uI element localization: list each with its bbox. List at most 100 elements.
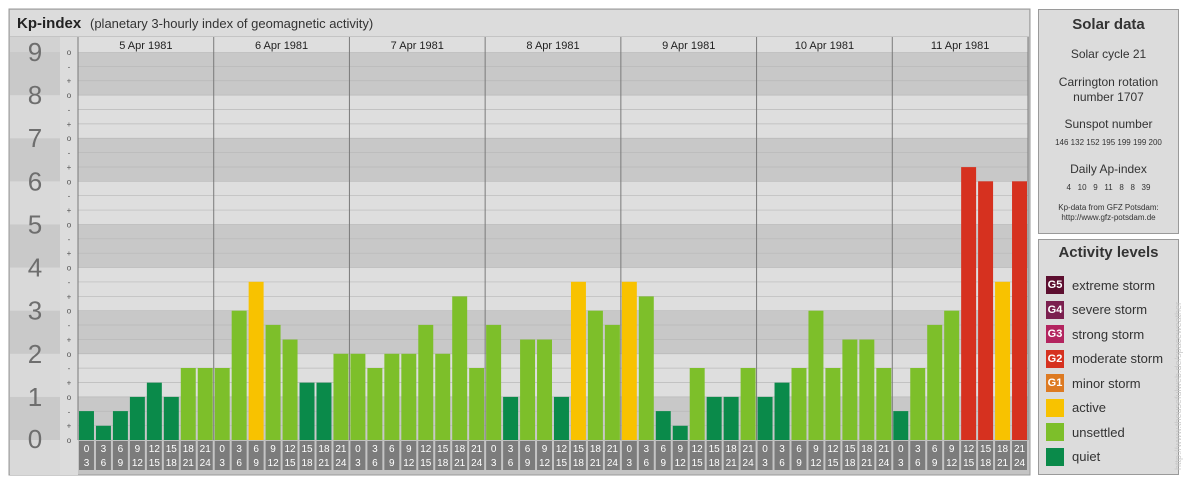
minor-tick-label: - xyxy=(68,321,71,330)
minor-tick-label: o xyxy=(67,220,72,229)
minor-tick-label: + xyxy=(67,249,72,258)
interval-end-label: 3 xyxy=(219,458,225,469)
kp-bar xyxy=(961,167,977,440)
kp-index-figure: Kp-index (planetary 3-hourly index of geo… xyxy=(0,0,1184,480)
y-tick-label: 3 xyxy=(28,296,42,326)
interval-end-label: 3 xyxy=(898,458,904,469)
kp-bar xyxy=(469,368,485,440)
interval-end-label: 18 xyxy=(437,458,449,469)
interval-start-label: 0 xyxy=(84,444,90,455)
interval-start-label: 18 xyxy=(997,444,1009,455)
interval-start-label: 18 xyxy=(726,444,738,455)
minor-tick-label: + xyxy=(67,379,72,388)
activity-levels-title: Activity levels xyxy=(1058,244,1159,261)
interval-end-label: 21 xyxy=(861,458,873,469)
band xyxy=(78,224,1028,268)
kp-bar xyxy=(214,368,230,440)
kp-bar xyxy=(418,324,434,440)
y-tick-label: 0 xyxy=(28,424,42,454)
kp-bar xyxy=(859,339,875,440)
day-label: 7 Apr 1981 xyxy=(391,40,444,52)
kp-bar xyxy=(910,368,926,440)
kp-bar xyxy=(95,425,111,440)
interval-start-label: 0 xyxy=(355,444,361,455)
source-watermark: http://www.theusefulweb.de/spaceweather xyxy=(1173,301,1183,470)
interval-start-label: 12 xyxy=(692,444,704,455)
kp-bar xyxy=(842,339,858,440)
interval-start-label: 0 xyxy=(219,444,225,455)
interval-end-label: 18 xyxy=(166,458,178,469)
solar-data-title: Solar data xyxy=(1072,16,1145,33)
kp-bar xyxy=(435,353,451,440)
interval-end-label: 6 xyxy=(101,458,107,469)
y-tick-label: 9 xyxy=(28,37,42,67)
interval-start-label: 3 xyxy=(236,444,242,455)
minor-tick-label: o xyxy=(67,307,72,316)
y-tick-label: 7 xyxy=(28,123,42,153)
legend-swatch: G2 xyxy=(1046,349,1064,368)
source-line-2: http://www.gfz-potsdam.de xyxy=(1061,213,1156,222)
solar-cycle: Solar cycle 21 xyxy=(1070,47,1147,61)
kp-chart: Kp-index (planetary 3-hourly index of geo… xyxy=(8,8,1031,476)
kp-bar xyxy=(944,310,960,440)
legend-swatch xyxy=(1046,423,1064,441)
interval-end-label: 3 xyxy=(627,458,633,469)
chart-subtitle: (planetary 3-hourly index of geomagnetic… xyxy=(90,16,373,31)
interval-start-label: 18 xyxy=(590,444,602,455)
interval-end-label: 21 xyxy=(590,458,602,469)
interval-end-label: 12 xyxy=(539,458,551,469)
kp-bar xyxy=(520,339,536,440)
kp-bar xyxy=(401,353,417,440)
legend-label: strong storm xyxy=(1072,326,1145,342)
kp-bar xyxy=(927,324,943,440)
interval-end-label: 24 xyxy=(743,458,755,469)
interval-start-label: 3 xyxy=(372,444,378,455)
kp-bar xyxy=(367,368,383,440)
carrington-line-2: number 1707 xyxy=(1073,90,1144,104)
legend-item-quiet: quiet xyxy=(1046,447,1100,467)
kp-bar xyxy=(316,382,332,440)
kp-bar xyxy=(689,368,705,440)
kp-bar xyxy=(723,396,739,440)
band xyxy=(78,181,1028,225)
band xyxy=(78,267,1028,311)
day-label: 8 Apr 1981 xyxy=(526,40,579,52)
kp-bar xyxy=(1012,181,1027,441)
interval-start-label: 15 xyxy=(709,444,721,455)
interval-start-label: 21 xyxy=(335,444,347,455)
carrington-line-1: Carrington rotation xyxy=(1058,75,1159,89)
interval-end-label: 9 xyxy=(660,458,666,469)
interval-end-label: 3 xyxy=(355,458,361,469)
interval-end-label: 12 xyxy=(946,458,958,469)
band xyxy=(78,138,1028,182)
interval-end-label: 6 xyxy=(779,458,785,469)
interval-end-label: 15 xyxy=(692,458,704,469)
interval-end-label: 12 xyxy=(132,458,144,469)
minor-tick-label: o xyxy=(67,48,72,57)
interval-start-label: 15 xyxy=(980,444,992,455)
interval-end-label: 15 xyxy=(556,458,568,469)
interval-end-label: 9 xyxy=(932,458,938,469)
interval-end-label: 18 xyxy=(709,458,721,469)
kp-bar xyxy=(554,396,569,440)
day-label: 11 Apr 1981 xyxy=(931,40,990,52)
minor-tick-label: o xyxy=(67,436,72,445)
minor-tick-label: o xyxy=(67,393,72,402)
interval-start-label: 12 xyxy=(827,444,839,455)
interval-start-label: 21 xyxy=(878,444,890,455)
interval-start-label: 18 xyxy=(454,444,466,455)
interval-start-label: 9 xyxy=(542,444,548,455)
kp-bar xyxy=(978,181,994,441)
y-tick-label: 6 xyxy=(28,166,42,196)
legend-label: active xyxy=(1072,400,1106,415)
band xyxy=(78,95,1028,139)
kp-bar xyxy=(893,411,909,440)
minor-tick-label: - xyxy=(68,235,71,244)
interval-start-label: 6 xyxy=(389,444,395,455)
legend-item-severe-storm: G4 severe storm xyxy=(1046,300,1147,320)
minor-tick-label: - xyxy=(68,278,71,287)
interval-end-label: 21 xyxy=(997,458,1009,469)
interval-end-label: 24 xyxy=(607,458,619,469)
legend-item-unsettled: unsettled xyxy=(1046,422,1125,442)
y-tick-label: 1 xyxy=(28,382,42,412)
